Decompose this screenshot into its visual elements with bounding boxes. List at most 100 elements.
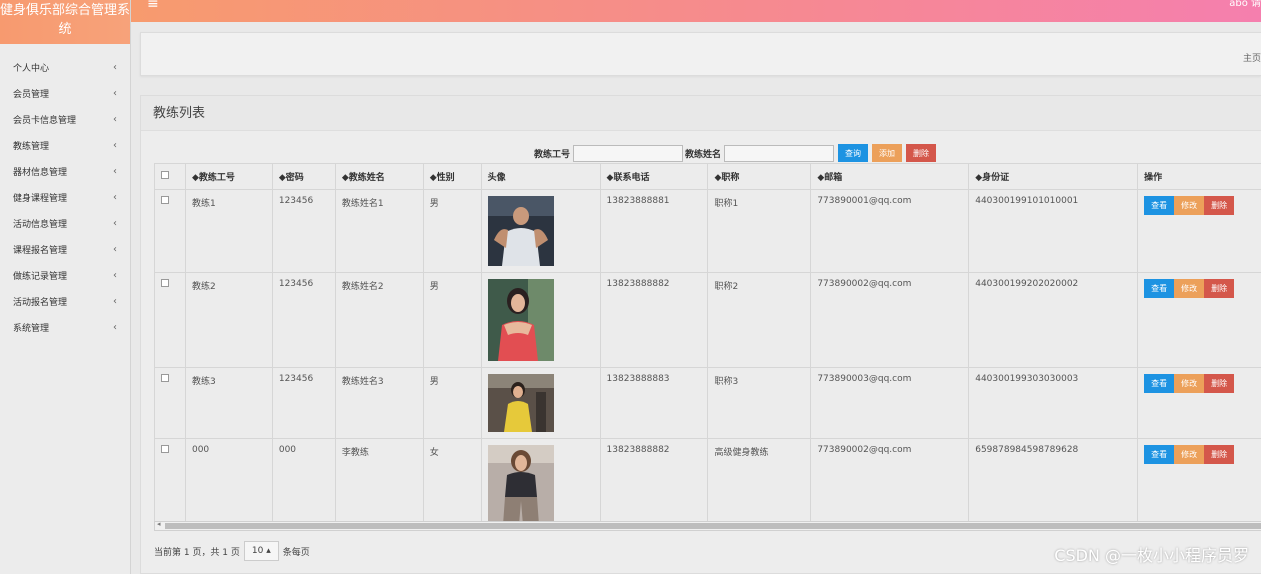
cell-password: 123456 [271, 367, 336, 439]
coach-name-input[interactable] [724, 144, 835, 162]
cell-idcard: 659878984598789628 [968, 438, 1139, 531]
table-row: 教练2 123456 教练姓名2 男 13823888882 职称2 77389… [154, 272, 1261, 368]
view-button[interactable]: 查看 [1144, 445, 1175, 464]
chevron-left-icon: ‹ [113, 113, 117, 125]
column-header: 操作 [1137, 163, 1261, 190]
cell-idcard: 440300199101010001 [968, 189, 1139, 273]
delete-button[interactable]: 删除 [1204, 445, 1235, 464]
per-page-label: 条每页 [282, 547, 310, 558]
cell-coach-id: 教练1 [184, 189, 273, 273]
row-checkbox[interactable] [161, 196, 169, 204]
sidebar-item-activity-signup[interactable]: 活动报名管理 ‹ [0, 288, 130, 314]
sidebar-item-members[interactable]: 会员管理 ‹ [0, 80, 130, 106]
row-checkbox[interactable] [161, 279, 169, 287]
sidebar-item-activities[interactable]: 活动信息管理 ‹ [0, 210, 130, 236]
sidebar-item-coaches[interactable]: 教练管理 ‹ [0, 132, 130, 158]
edit-button[interactable]: 修改 [1174, 445, 1205, 464]
delete-button[interactable]: 删除 [1204, 374, 1235, 393]
cell-idcard: 440300199303030003 [968, 367, 1139, 439]
cell-avatar [480, 367, 601, 439]
sidebar-item-equipment[interactable]: 器材信息管理 ‹ [0, 158, 130, 184]
cell-title: 职称1 [707, 189, 812, 273]
cell-coach-id: 000 [184, 438, 273, 531]
column-header[interactable]: ◆教练工号 [184, 163, 273, 190]
search-form: 教练工号 教练姓名 查询 添加 删除 [534, 144, 937, 162]
edit-button[interactable]: 修改 [1174, 279, 1205, 298]
batch-delete-button[interactable]: 删除 [906, 144, 937, 162]
table-row: 教练1 123456 教练姓名1 男 13823888881 职称1 77389… [154, 189, 1261, 273]
cell-avatar [480, 189, 601, 273]
cell-phone: 13823888882 [599, 272, 709, 368]
sidebar-item-system[interactable]: 系统管理 ‹ [0, 314, 130, 340]
chevron-left-icon: ‹ [113, 295, 117, 307]
row-checkbox[interactable] [161, 374, 169, 382]
scroll-left-icon[interactable]: ◂ [157, 520, 161, 528]
edit-button[interactable]: 修改 [1174, 196, 1205, 215]
view-button[interactable]: 查看 [1144, 196, 1175, 215]
cell-password: 123456 [271, 189, 336, 273]
query-button[interactable]: 查询 [838, 144, 869, 162]
cell-gender: 男 [422, 189, 482, 273]
view-button[interactable]: 查看 [1144, 374, 1175, 393]
scrollbar-thumb[interactable] [165, 523, 1261, 529]
chevron-left-icon: ‹ [113, 61, 117, 73]
column-header: 头像 [480, 163, 601, 190]
sidebar-item-training-records[interactable]: 做练记录管理 ‹ [0, 262, 130, 288]
user-menu[interactable]: abo 请登 [1229, 0, 1261, 9]
column-header[interactable]: ◆教练姓名 [334, 163, 424, 190]
sidebar-item-member-cards[interactable]: 会员卡信息管理 ‹ [0, 106, 130, 132]
sidebar-item-course-signup[interactable]: 课程报名管理 ‹ [0, 236, 130, 262]
sidebar-item-courses[interactable]: 健身课程管理 ‹ [0, 184, 130, 210]
row-checkbox[interactable] [161, 445, 169, 453]
coach-id-input[interactable] [573, 144, 684, 162]
cell-password: 123456 [271, 272, 336, 368]
chevron-left-icon: ‹ [113, 191, 117, 203]
delete-button[interactable]: 删除 [1204, 196, 1235, 215]
cell-email: 773890002@qq.com [810, 272, 970, 368]
chevron-left-icon: ‹ [113, 243, 117, 255]
column-header[interactable]: ◆职称 [707, 163, 812, 190]
chevron-left-icon: ‹ [113, 269, 117, 281]
horizontal-scrollbar[interactable]: ◂ [154, 520, 1261, 531]
sidebar-menu: 个人中心 ‹ 会员管理 ‹ 会员卡信息管理 ‹ 教练管理 ‹ 器材信息管理 ‹ 健身课程管… [0, 54, 130, 340]
cell-operations: 查看 修改 删除 [1137, 367, 1261, 439]
cell-gender: 男 [422, 272, 482, 368]
column-header[interactable]: ◆性别 [422, 163, 482, 190]
chevron-left-icon: ‹ [113, 321, 117, 333]
hamburger-menu-icon[interactable]: ≡ [147, 0, 159, 12]
cell-avatar [480, 272, 601, 368]
column-header[interactable]: ◆邮箱 [810, 163, 970, 190]
cell-coach-id: 教练3 [184, 367, 273, 439]
cell-coach-name: 教练姓名1 [334, 189, 424, 273]
cell-title: 职称2 [707, 272, 812, 368]
cell-operations: 查看 修改 删除 [1137, 438, 1261, 531]
topbar: ≡ abo 请登 [131, 0, 1261, 22]
coach-table: ◆教练工号 ◆密码 ◆教练姓名 ◆性别 头像 ◆联系电话 ◆职称 ◆邮箱 ◆身份… [154, 163, 1261, 531]
table-row: 教练3 123456 教练姓名3 男 13823888883 职称3 77389… [154, 367, 1261, 439]
column-header[interactable]: ◆密码 [271, 163, 336, 190]
column-header[interactable]: ◆联系电话 [599, 163, 709, 190]
cell-phone: 13823888883 [599, 367, 709, 439]
column-header[interactable]: ◆身份证 [968, 163, 1139, 190]
breadcrumb-bar: 主页 [140, 32, 1261, 76]
breadcrumb-home[interactable]: 主页 [1243, 51, 1261, 64]
delete-button[interactable]: 删除 [1204, 279, 1235, 298]
cell-gender: 女 [422, 438, 482, 531]
chevron-left-icon: ‹ [113, 87, 117, 99]
cell-email: 773890003@qq.com [810, 367, 970, 439]
watermark: CSDN @一枚小小程序员罗 [1054, 546, 1249, 565]
cell-avatar [480, 438, 601, 531]
page-info: 当前第 1 页，共 1 页 [154, 547, 240, 558]
chevron-left-icon: ‹ [113, 165, 117, 177]
cell-coach-name: 教练姓名3 [334, 367, 424, 439]
select-all-cell[interactable] [154, 163, 186, 190]
edit-button[interactable]: 修改 [1174, 374, 1205, 393]
coach-table-wrap: ◆教练工号 ◆密码 ◆教练姓名 ◆性别 头像 ◆联系电话 ◆职称 ◆邮箱 ◆身份… [154, 163, 1261, 531]
sidebar-item-profile[interactable]: 个人中心 ‹ [0, 54, 130, 80]
coach-photo-2 [487, 279, 554, 361]
select-all-checkbox[interactable] [161, 171, 169, 179]
cell-operations: 查看 修改 删除 [1137, 272, 1261, 368]
page-size-select[interactable]: 10 ▴ [243, 541, 279, 561]
view-button[interactable]: 查看 [1144, 279, 1175, 298]
add-button[interactable]: 添加 [872, 144, 903, 162]
